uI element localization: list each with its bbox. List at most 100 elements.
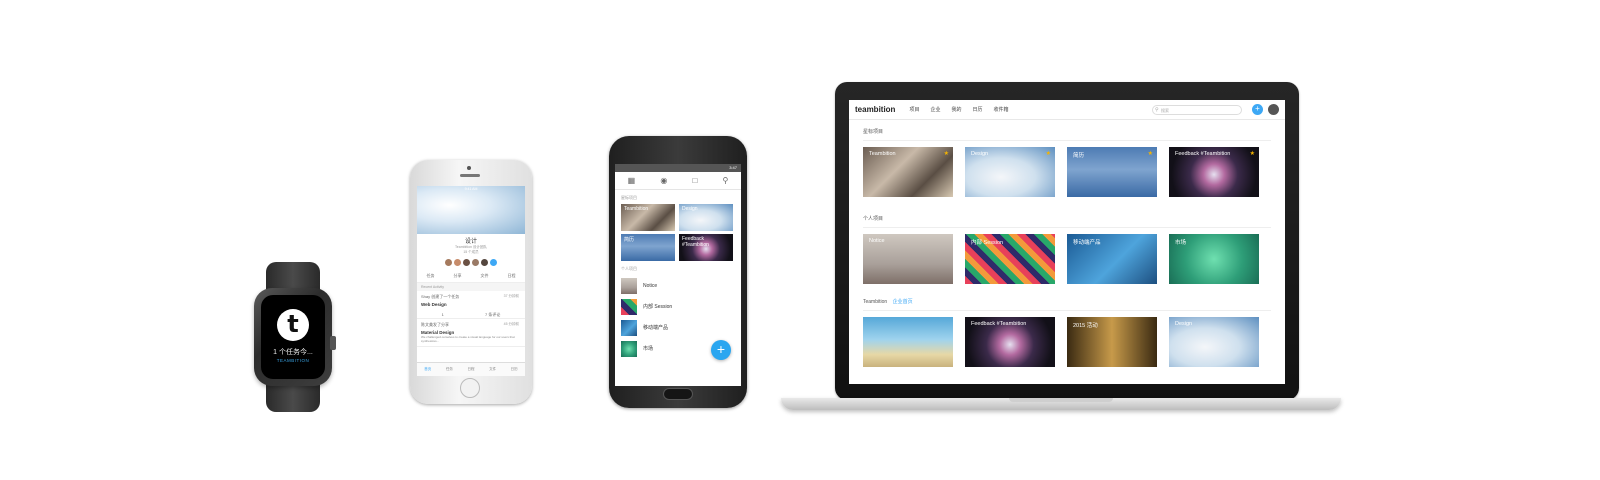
home-button[interactable] xyxy=(663,388,693,400)
avatar[interactable] xyxy=(1268,104,1279,115)
avatar[interactable] xyxy=(481,259,488,266)
top-nav: teambition 项目 企业 我的 日历 收件箱 ⚲ 搜索 + xyxy=(849,100,1285,120)
android-tabs: ▦ ◉ □ ⚲ xyxy=(615,172,741,190)
tab-files[interactable]: 文件 xyxy=(489,367,496,372)
project-cover: 9:41 AM xyxy=(417,186,525,234)
project-card-label: Feedback #Teambition xyxy=(971,321,1027,327)
tab-schedule[interactable]: 日程 xyxy=(467,367,474,372)
list-item-label: 内部 Session xyxy=(643,304,673,310)
action-share[interactable]: 分享 xyxy=(454,273,462,279)
list-item-label: 市场 xyxy=(643,346,654,352)
divider xyxy=(863,227,1271,228)
star-icon[interactable]: ★ xyxy=(1148,150,1153,157)
nav-inbox[interactable]: 收件箱 xyxy=(994,106,1009,113)
project-card[interactable]: Feedback #Teambition xyxy=(965,317,1055,367)
inbox-icon[interactable]: □ xyxy=(693,176,698,185)
android-screen: 3:47 ▦ ◉ □ ⚲ 星标项目 Teambition Design 简历 F… xyxy=(615,164,741,386)
project-tile[interactable]: 简历 xyxy=(621,234,675,261)
search-icon[interactable]: ⚲ xyxy=(723,176,729,185)
project-card[interactable]: 内部 Session xyxy=(965,234,1055,284)
watch-task-count: 1 个任务今... xyxy=(273,349,313,356)
watch-crown[interactable] xyxy=(330,336,336,350)
laptop: teambition 项目 企业 我的 日历 收件箱 ⚲ 搜索 + 星标项目 T… xyxy=(835,82,1299,400)
action-tasks[interactable]: 任务 xyxy=(427,273,435,279)
nav-calendar[interactable]: 日历 xyxy=(973,106,983,113)
project-card-label: 2015 活动 xyxy=(1073,323,1098,329)
project-card[interactable]: 2015 活动 xyxy=(1067,317,1157,367)
home-button[interactable] xyxy=(460,378,480,398)
search-input[interactable]: ⚲ 搜索 xyxy=(1152,104,1242,115)
speaker-grille xyxy=(460,174,480,177)
project-card-row: Notice 内部 Session 移动端产品 市场 xyxy=(849,234,1285,284)
project-tile-label: Feedback #Teambition xyxy=(682,236,709,248)
project-tile[interactable]: Feedback #Teambition xyxy=(679,234,733,261)
create-button[interactable]: + xyxy=(1252,104,1263,115)
list-item[interactable]: 内部 Session xyxy=(615,296,741,317)
org-home-link[interactable]: 企业首页 xyxy=(893,299,913,305)
project-tile-label: 简历 xyxy=(624,237,635,243)
divider xyxy=(863,310,1271,311)
tab-tasks[interactable]: 任务 xyxy=(446,367,453,372)
project-card-label: Design xyxy=(971,151,989,157)
avatar[interactable] xyxy=(463,259,470,266)
nav-organization[interactable]: 企业 xyxy=(930,106,940,113)
project-card-label: 市场 xyxy=(1175,240,1187,246)
add-button[interactable]: + xyxy=(711,340,731,360)
project-tile[interactable]: Design xyxy=(679,204,733,231)
avatar[interactable] xyxy=(445,259,452,266)
list-item[interactable]: Notice xyxy=(615,275,741,296)
android-phone: 3:47 ▦ ◉ □ ⚲ 星标项目 Teambition Design 简历 F… xyxy=(609,136,747,408)
project-thumbnail xyxy=(621,277,637,294)
avatar[interactable] xyxy=(454,259,461,266)
project-card[interactable]: Teambition ★ xyxy=(863,147,953,197)
avatar[interactable] xyxy=(472,259,479,266)
project-card[interactable]: Design ★ xyxy=(965,147,1055,197)
project-card-label: Design xyxy=(1175,321,1193,327)
status-bar: 3:47 xyxy=(615,164,741,172)
section-title: 星标项目 xyxy=(849,120,1285,140)
project-card[interactable]: Design xyxy=(1169,317,1259,367)
laptop-screen: teambition 项目 企业 我的 日历 收件箱 ⚲ 搜索 + 星标项目 T… xyxy=(849,100,1285,384)
profile-icon[interactable]: ◉ xyxy=(660,176,667,185)
iphone-screen: 9:41 AM 设计 Teambition 设计团队 15 个成员 任务 分享 … xyxy=(417,186,525,376)
activity-stats: 1 7 条评论 xyxy=(421,312,521,318)
star-icon[interactable]: ★ xyxy=(944,150,949,157)
starred-section-title: 星标项目 xyxy=(621,195,637,200)
tab-calendar[interactable]: 日历 xyxy=(511,367,518,372)
like-count[interactable]: 1 xyxy=(442,312,444,318)
activity-item[interactable]: 陈文美发了分享 Material Design 45 分钟前 We challe… xyxy=(417,319,525,347)
watch-screen[interactable]: t 1 个任务今... TEAMBITION xyxy=(261,295,325,379)
action-files[interactable]: 文件 xyxy=(481,273,489,279)
laptop-notch xyxy=(1009,398,1113,402)
add-member-button[interactable] xyxy=(490,259,497,266)
nav-projects[interactable]: 项目 xyxy=(909,106,919,113)
list-item[interactable]: 移动端产品 xyxy=(615,317,741,338)
project-title: 设计 xyxy=(464,239,477,245)
tab-home[interactable]: 首页 xyxy=(424,367,431,372)
member-avatars xyxy=(417,259,525,266)
activity-section-title: Recent Activity xyxy=(417,283,525,291)
activity-time: 37 分钟前 xyxy=(503,294,519,298)
project-thumbnail xyxy=(621,319,637,336)
action-schedule[interactable]: 日程 xyxy=(508,273,516,279)
project-card[interactable]: Feedback #Teambition ★ xyxy=(1169,147,1259,197)
project-card[interactable]: 简历 ★ xyxy=(1067,147,1157,197)
project-card[interactable]: 移动端产品 xyxy=(1067,234,1157,284)
nav-mine[interactable]: 我的 xyxy=(951,106,961,113)
project-card[interactable]: Notice xyxy=(863,234,953,284)
project-tile[interactable]: Teambition xyxy=(621,204,675,231)
star-icon[interactable]: ★ xyxy=(1046,150,1051,157)
project-tile-label: Design xyxy=(682,206,698,212)
personal-section-title: 个人项目 xyxy=(621,266,637,271)
project-card[interactable] xyxy=(863,317,953,367)
project-thumbnail xyxy=(621,340,637,357)
star-icon[interactable]: ★ xyxy=(1250,150,1255,157)
activity-item[interactable]: Shay 创建了一个任务 Web Design 37 分钟前 1 7 条评论 xyxy=(417,291,525,319)
projects-icon[interactable]: ▦ xyxy=(628,176,636,185)
brand-logo[interactable]: teambition xyxy=(855,105,895,114)
search-icon: ⚲ xyxy=(1155,106,1159,113)
project-card-label: Teambition xyxy=(869,151,896,157)
project-card-label: Feedback #Teambition xyxy=(1175,151,1231,157)
comment-count[interactable]: 7 条评论 xyxy=(485,312,500,318)
project-card[interactable]: 市场 xyxy=(1169,234,1259,284)
